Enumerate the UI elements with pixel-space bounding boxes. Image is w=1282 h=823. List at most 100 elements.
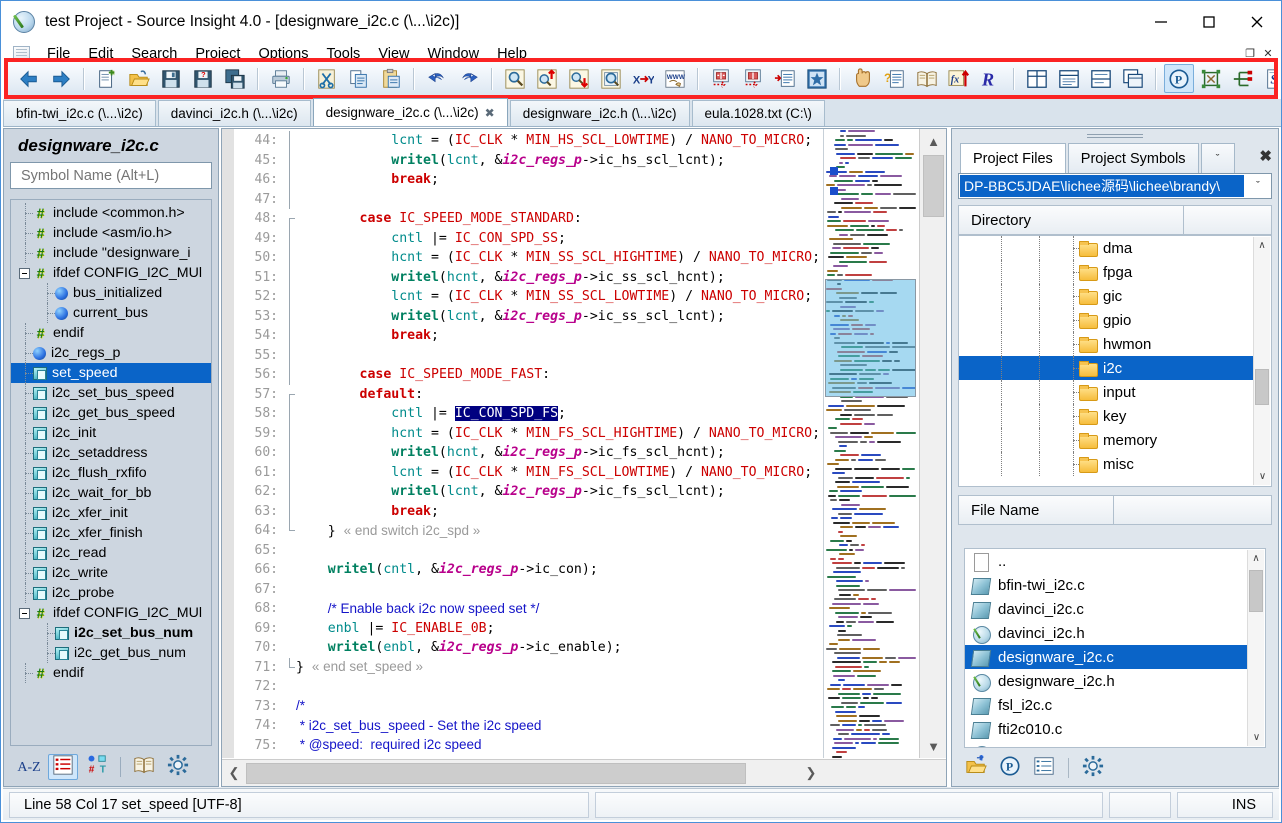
bookmark-button[interactable] [802, 64, 832, 93]
editor-vertical-scrollbar[interactable]: ▲ ▼ [919, 129, 946, 758]
fold-guide[interactable] [284, 521, 296, 541]
directory-row[interactable]: dma [959, 236, 1253, 260]
scroll-down-arrow-icon[interactable]: ▼ [920, 734, 946, 758]
file-row[interactable]: davinci_i2c.h [965, 621, 1247, 645]
file-row[interactable]: designware_i2c.c [965, 645, 1247, 669]
fold-guide[interactable] [284, 755, 296, 758]
fold-guide[interactable] [284, 150, 296, 171]
file-row[interactable]: davinci_i2c.c [965, 597, 1247, 621]
directory-scroll-thumb[interactable] [1255, 369, 1269, 405]
source-link-button[interactable]: S [1260, 64, 1274, 93]
fold-guide[interactable] [284, 423, 296, 444]
search-forward-button[interactable] [564, 64, 594, 93]
panel-drag-grip[interactable] [952, 129, 1278, 143]
cut-button[interactable] [312, 64, 342, 93]
symbol-list-item[interactable]: # ifdef CONFIG_I2C_MUl [11, 263, 211, 283]
fold-guide[interactable] [284, 326, 296, 346]
maximize-button[interactable] [1185, 1, 1233, 43]
highlight-word-button[interactable] [848, 64, 878, 93]
chevron-down-icon[interactable]: ˇ [1245, 180, 1271, 192]
directory-row[interactable]: key [959, 404, 1253, 428]
directory-row[interactable]: gpio [959, 308, 1253, 332]
symbol-list-item[interactable]: i2c_setaddress [11, 443, 211, 463]
search-web-button[interactable]: WWW [660, 64, 690, 93]
scroll-up-arrow-icon[interactable]: ∧ [1248, 550, 1264, 567]
fold-guide[interactable] [284, 404, 296, 424]
search-button[interactable] [500, 64, 530, 93]
directory-row[interactable]: memory [959, 428, 1253, 452]
fold-guide[interactable] [284, 189, 296, 210]
open-file-button[interactable] [124, 64, 154, 93]
symbol-search-box[interactable] [10, 162, 212, 189]
symbol-list-item[interactable]: i2c_wait_for_bb [11, 483, 211, 503]
symbol-list-item[interactable]: # include <common.h> [11, 203, 211, 223]
minimize-button[interactable] [1137, 1, 1185, 43]
project-path-combobox[interactable]: DP-BBC5JDAE\lichee源码\lichee\brandy\ ˇ [958, 173, 1272, 199]
file-scroll-thumb[interactable] [1249, 570, 1263, 612]
panel-options-button[interactable] [1079, 755, 1107, 781]
column-splitter[interactable] [1113, 496, 1271, 524]
back-button[interactable] [14, 64, 44, 93]
fold-guide[interactable] [284, 209, 296, 229]
sort-alphabetical-button[interactable]: A-Z [14, 754, 44, 780]
horizontal-scroll-thumb[interactable] [246, 762, 746, 784]
redo-button[interactable] [454, 64, 484, 93]
directory-row[interactable]: misc [959, 452, 1253, 476]
directory-row[interactable]: fpga [959, 260, 1253, 284]
project-tab[interactable]: Project Files [960, 143, 1066, 173]
symbol-list-item[interactable]: # endif [11, 663, 211, 683]
symbol-list-item[interactable]: i2c_set_bus_speed [11, 383, 211, 403]
scroll-up-arrow-icon[interactable]: ▲ [920, 129, 946, 153]
copy-button[interactable] [344, 64, 374, 93]
print-button[interactable] [266, 64, 296, 93]
fold-guide[interactable] [284, 306, 296, 327]
panel-close-icon[interactable]: ✖ [1259, 147, 1272, 165]
search-files-button[interactable] [596, 64, 626, 93]
symbol-list-item[interactable]: bus_initialized [11, 283, 211, 303]
browse-references-button[interactable] [912, 64, 942, 93]
symbol-list-item[interactable]: i2c_get_bus_speed [11, 403, 211, 423]
save-all-button[interactable] [220, 64, 250, 93]
fold-guide[interactable] [284, 365, 296, 385]
scroll-up-arrow-icon[interactable]: ∧ [1254, 237, 1270, 254]
directory-scrollbar[interactable]: ∧ ∨ [1253, 237, 1270, 485]
directory-row[interactable]: input [959, 380, 1253, 404]
file-row[interactable]: .. [965, 549, 1247, 573]
fold-guide[interactable] [284, 501, 296, 522]
split-horizontal-button[interactable] [1086, 64, 1116, 93]
file-row[interactable]: fti2c010.c [965, 717, 1247, 741]
editor-horizontal-scrollbar[interactable]: ❮ ❯ [222, 759, 946, 786]
fold-guide[interactable] [284, 482, 296, 502]
fold-guide[interactable] [284, 228, 296, 249]
collapse-expander-icon[interactable] [19, 267, 30, 279]
fold-guide[interactable] [284, 580, 296, 600]
file-row[interactable]: fti2c010.h [965, 741, 1247, 747]
symbol-list-item[interactable]: i2c_probe [11, 583, 211, 603]
filename-column-header[interactable]: File Name [958, 495, 1272, 525]
fold-guide[interactable] [284, 599, 296, 619]
fold-guide[interactable] [284, 248, 296, 268]
symbol-list-item[interactable]: # include <asm/io.h> [11, 223, 211, 243]
tab-close-icon[interactable]: ✖ [485, 106, 495, 120]
symbol-list-item[interactable]: i2c_get_bus_num [11, 643, 211, 663]
relation-window-button[interactable]: R [976, 64, 1006, 93]
scroll-left-arrow-icon[interactable]: ❮ [222, 760, 246, 787]
fold-guide[interactable] [284, 267, 296, 288]
fold-guide[interactable] [284, 345, 296, 366]
fold-guide[interactable] [284, 638, 296, 658]
symbol-list-item[interactable]: # include "designware_i [11, 243, 211, 263]
tile-windows-button[interactable] [1022, 64, 1052, 93]
symbol-list-item[interactable]: i2c_regs_p [11, 343, 211, 363]
symbol-lookup-button[interactable] [1196, 64, 1226, 93]
editor-tab[interactable]: designware_i2c.h (\...\i2c) [509, 100, 690, 126]
fold-guide[interactable] [284, 677, 296, 697]
directory-row[interactable]: gic [959, 284, 1253, 308]
symbol-list-item[interactable]: current_bus [11, 303, 211, 323]
symbol-type-view-button[interactable]: # T [82, 754, 112, 780]
add-file-to-project-button[interactable] [962, 754, 990, 781]
directory-row[interactable]: i2c [959, 356, 1253, 380]
fold-guide[interactable] [284, 736, 296, 756]
editor-tab[interactable]: eula.1028.txt (C:\) [691, 100, 825, 126]
fold-guide[interactable] [284, 657, 296, 678]
search-backward-button[interactable] [532, 64, 562, 93]
